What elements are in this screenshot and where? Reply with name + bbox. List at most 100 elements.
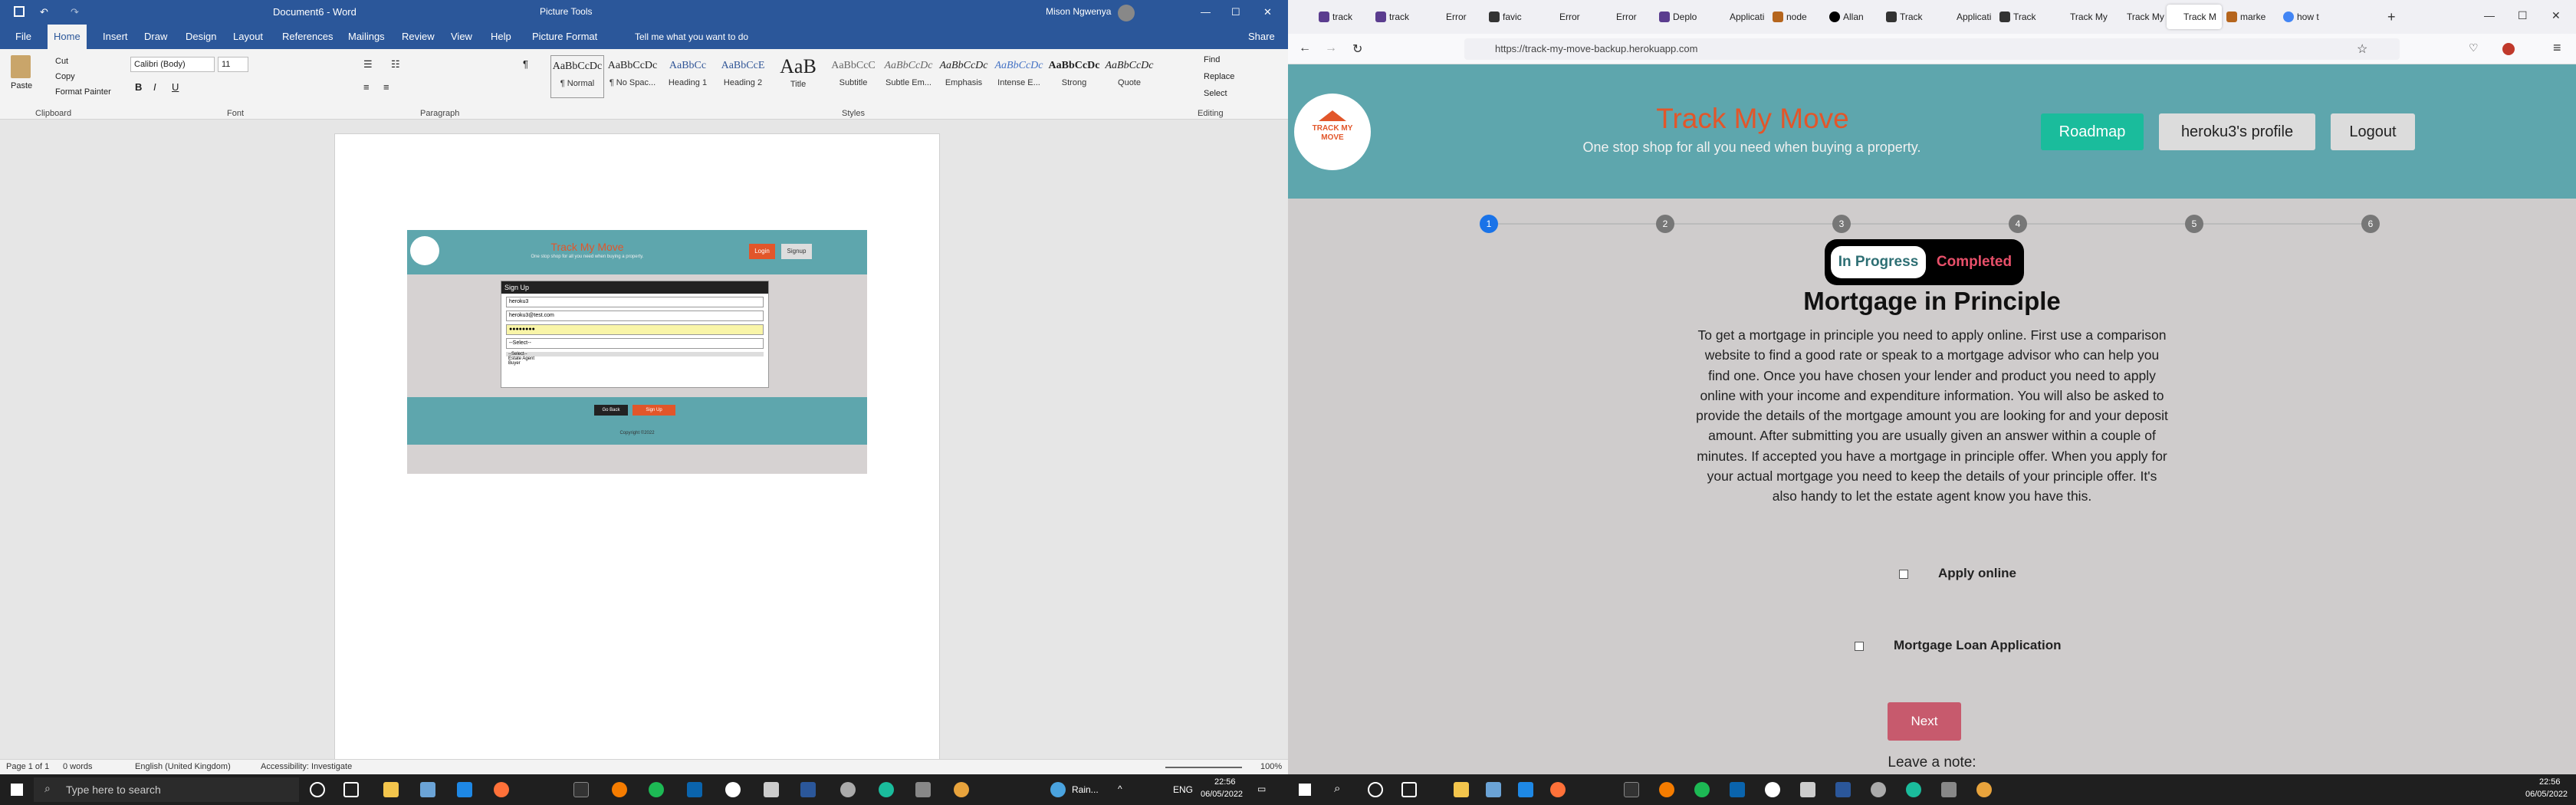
roadmap-button[interactable]: Roadmap: [2041, 113, 2144, 150]
cortana-icon[interactable]: [310, 782, 325, 797]
notification-icon[interactable]: ▭: [1257, 784, 1266, 794]
vscode-icon[interactable]: [1518, 782, 1533, 797]
browser-tab[interactable]: how t: [2280, 5, 2335, 29]
browser-tab[interactable]: node: [1769, 5, 1825, 29]
github-desktop-icon[interactable]: [1765, 782, 1780, 797]
spotify-icon[interactable]: [649, 782, 664, 797]
align-left-icon[interactable]: ≡: [363, 81, 370, 93]
style-heading-2[interactable]: AaBbCcE Heading 2: [716, 55, 770, 98]
outlook-icon[interactable]: [687, 782, 702, 797]
in-progress-option[interactable]: In Progress: [1831, 246, 1926, 278]
style-title[interactable]: AaB Title: [771, 55, 825, 98]
menu-icon[interactable]: ≡: [2553, 40, 2561, 56]
site-logo[interactable]: TRACK MY MOVE: [1294, 94, 1371, 170]
spotify-icon[interactable]: [1694, 782, 1710, 797]
tab-layout[interactable]: Layout: [227, 25, 269, 49]
style-normal[interactable]: AaBbCcDc ¶ Normal: [550, 55, 604, 98]
maximize-icon[interactable]: ☐: [1231, 6, 1240, 18]
app-icon[interactable]: [1871, 782, 1886, 797]
app-icon[interactable]: [840, 782, 856, 797]
style-quote[interactable]: AaBbCcDc Quote: [1102, 55, 1156, 98]
browser-tab-active[interactable]: Track M: [2167, 5, 2222, 29]
replace-button[interactable]: Replace: [1204, 72, 1234, 81]
clock-date[interactable]: 06/05/2022: [2525, 790, 2568, 799]
align-center-icon[interactable]: ≡: [383, 81, 389, 93]
app-icon[interactable]: [915, 782, 931, 797]
step-indicator[interactable]: 4: [2009, 215, 2027, 233]
tab-view[interactable]: View: [445, 25, 478, 49]
style-strong[interactable]: AaBbCcDc Strong: [1047, 55, 1101, 98]
step-indicator[interactable]: 3: [1832, 215, 1851, 233]
completed-option[interactable]: Completed: [1929, 246, 2019, 278]
word-icon[interactable]: [800, 782, 816, 797]
chrome-icon[interactable]: [954, 782, 969, 797]
status-toggle[interactable]: In Progress Completed: [1825, 239, 2024, 285]
accessibility-status[interactable]: Accessibility: Investigate: [261, 762, 352, 771]
style-heading-1[interactable]: AaBbCc Heading 1: [661, 55, 715, 98]
close-icon[interactable]: ✕: [2551, 9, 2561, 22]
reload-icon[interactable]: ↻: [1352, 41, 1362, 57]
tab-picture-format[interactable]: Picture Format: [526, 25, 603, 49]
browser-tab[interactable]: Deplo: [1656, 5, 1711, 29]
app-icon[interactable]: [1906, 782, 1921, 797]
undo-icon[interactable]: ↶: [40, 6, 48, 18]
cortana-icon[interactable]: [1368, 782, 1383, 797]
paste-icon[interactable]: [11, 55, 31, 78]
app-icon[interactable]: [1486, 782, 1501, 797]
app-icon[interactable]: [420, 782, 435, 797]
step-indicator[interactable]: 2: [1656, 215, 1674, 233]
page-count[interactable]: Page 1 of 1: [6, 762, 49, 771]
bookmark-star-icon[interactable]: ☆: [2357, 41, 2367, 57]
browser-tab[interactable]: Applicati: [1713, 5, 1768, 29]
tab-insert[interactable]: Insert: [97, 25, 134, 49]
style-no-spacing[interactable]: AaBbCcDc ¶ No Spac...: [606, 55, 659, 98]
outlook-icon[interactable]: [1730, 782, 1745, 797]
browser-tab[interactable]: Track My: [2053, 5, 2108, 29]
redo-icon[interactable]: ↷: [71, 6, 79, 18]
browser-tab[interactable]: track: [1372, 5, 1428, 29]
browser-tab[interactable]: Error: [1599, 5, 1654, 29]
chrome-icon[interactable]: [1976, 782, 1992, 797]
tab-home[interactable]: Home: [48, 25, 87, 49]
browser-tab[interactable]: Applicati: [1940, 5, 1995, 29]
app-icon[interactable]: [612, 782, 627, 797]
browser-tab[interactable]: favic: [1486, 5, 1541, 29]
zoom-slider[interactable]: [1165, 767, 1242, 768]
github-desktop-icon[interactable]: [725, 782, 741, 797]
tab-references[interactable]: References: [276, 25, 339, 49]
file-explorer-icon[interactable]: [1454, 782, 1469, 797]
find-button[interactable]: Find: [1204, 55, 1220, 64]
tab-mailings[interactable]: Mailings: [342, 25, 391, 49]
style-subtitle[interactable]: AaBbCcC Subtitle: [826, 55, 880, 98]
underline-button[interactable]: U: [172, 81, 179, 93]
maximize-icon[interactable]: ☐: [2518, 9, 2528, 22]
app-icon[interactable]: [879, 782, 894, 797]
terminal-icon[interactable]: [1624, 782, 1639, 797]
style-subtle-emphasis[interactable]: AaBbCcDc Subtle Em...: [882, 55, 935, 98]
language[interactable]: English (United Kingdom): [135, 762, 231, 771]
style-intense-emphasis[interactable]: AaBbCcDc Intense E...: [992, 55, 1046, 98]
tab-draw[interactable]: Draw: [138, 25, 173, 49]
browser-tab[interactable]: marke: [2223, 5, 2279, 29]
paste-button[interactable]: Paste: [11, 81, 32, 90]
search-icon[interactable]: ⌕: [1334, 782, 1340, 795]
browser-tab[interactable]: Track: [1996, 5, 2052, 29]
browser-tab[interactable]: track: [1316, 5, 1371, 29]
zoom-level[interactable]: 100%: [1260, 762, 1282, 771]
browser-tab[interactable]: Track My: [2110, 5, 2165, 29]
pocket-icon[interactable]: ♡: [2469, 41, 2479, 54]
embedded-screenshot[interactable]: Track My Move One stop shop for all you …: [407, 230, 867, 474]
tab-help[interactable]: Help: [485, 25, 518, 49]
tab-file[interactable]: File: [9, 25, 38, 49]
task-view-icon[interactable]: [343, 782, 359, 797]
next-button[interactable]: Next: [1888, 702, 1961, 741]
extension-icon[interactable]: [2502, 43, 2515, 55]
app-icon[interactable]: [1941, 782, 1957, 797]
share-button[interactable]: Share: [1242, 25, 1281, 49]
language-indicator[interactable]: ENG: [1173, 784, 1193, 795]
font-name-select[interactable]: Calibri (Body): [130, 57, 215, 72]
profile-button[interactable]: heroku3's profile: [2159, 113, 2315, 150]
style-emphasis[interactable]: AaBbCcDc Emphasis: [937, 55, 991, 98]
tell-me-search[interactable]: Tell me what you want to do: [629, 25, 754, 49]
weather-text[interactable]: Rain...: [1072, 784, 1099, 795]
